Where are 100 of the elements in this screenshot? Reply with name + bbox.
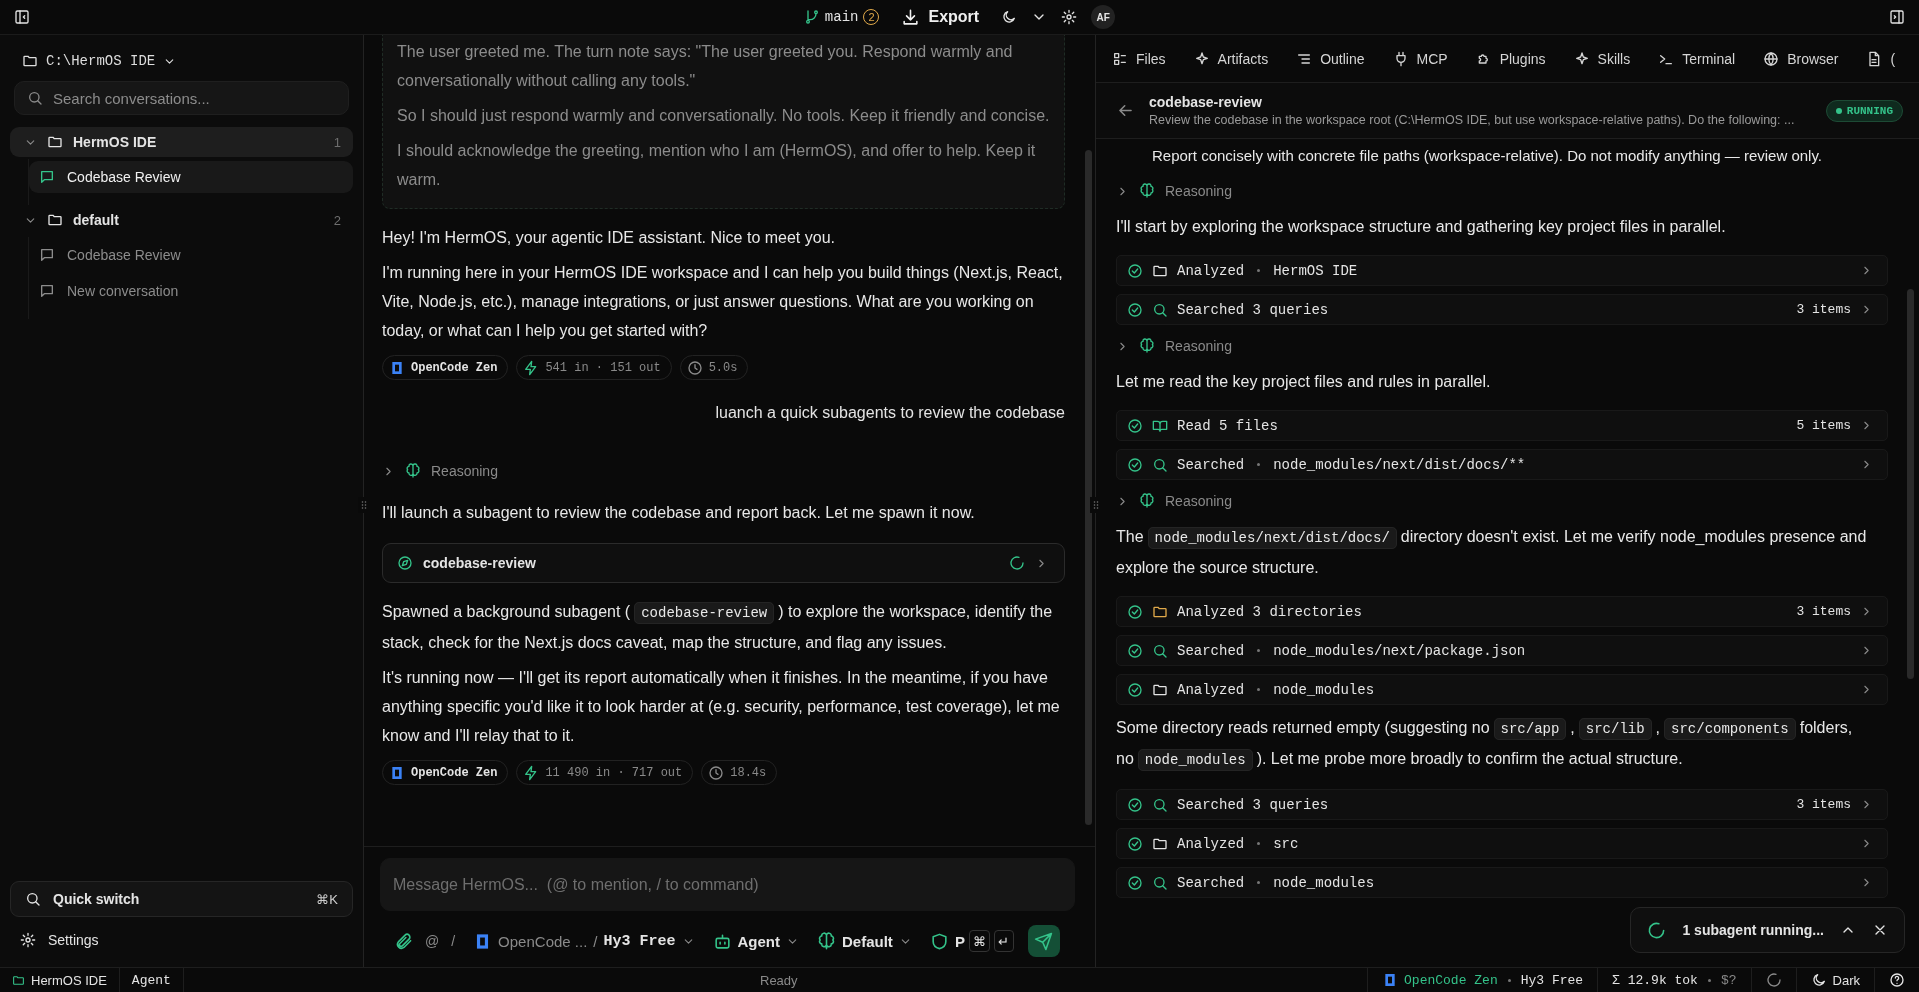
tool-call-row[interactable]: Searched 3 queries 3 items — [1116, 789, 1888, 820]
shortcut-hint: ⌘K — [316, 891, 338, 907]
message-input[interactable]: Message HermOS... (@ to mention, / to command) — [380, 858, 1075, 911]
tool-target: node_modules/next/dist/docs/** — [1273, 456, 1526, 473]
brain-icon — [1139, 338, 1155, 354]
brain-icon — [405, 463, 421, 479]
conversation-item[interactable]: Codebase Review — [29, 161, 353, 193]
panel-tab[interactable]: Files — [1112, 50, 1166, 67]
separator: / — [593, 932, 598, 950]
panel-toggle-icon[interactable] — [1889, 9, 1905, 25]
send-icon — [1034, 931, 1054, 951]
settings-button[interactable]: Settings — [10, 925, 353, 955]
status-badge: RUNNING — [1825, 99, 1903, 122]
panel-tab[interactable]: Outline — [1296, 50, 1365, 67]
message-paragraph: Let me read the key project files and rules in parallel. — [1116, 372, 1492, 392]
tool-call-row[interactable]: Searched node_modules — [1116, 867, 1888, 898]
sidebar-toggle-icon[interactable] — [14, 9, 30, 25]
panel-tab[interactable]: Browser — [1763, 50, 1839, 67]
workspace-selector[interactable]: C:\HermOS IDE — [10, 45, 189, 77]
branch-button[interactable]: main 2 — [803, 9, 880, 25]
permission-picker[interactable]: P — [929, 931, 965, 951]
provider-logo-icon — [389, 764, 405, 781]
search-icon — [1152, 796, 1168, 813]
compass-icon — [397, 555, 413, 571]
tool-call-row[interactable]: Searched node_modules/next/package.json — [1116, 635, 1888, 666]
tool-label: Analyzed 3 directories — [1177, 603, 1362, 620]
tool-target: src — [1273, 835, 1299, 852]
tool-label: Searched — [1177, 642, 1245, 659]
panel-tab[interactable]: Terminal — [1658, 50, 1736, 67]
conversation-title: New conversation — [67, 283, 179, 299]
tool-target: node_modules — [1273, 874, 1375, 891]
model-picker[interactable]: OpenCode ... / Hy3 Free — [473, 931, 695, 951]
quick-switch-label: Quick switch — [53, 891, 141, 907]
tool-target: HermOS IDE — [1273, 262, 1358, 279]
export-button[interactable]: Export — [893, 3, 988, 31]
tool-target: node_modules/next/package.json — [1273, 642, 1526, 659]
provider-name: OpenCode ... — [498, 932, 588, 950]
workspace-status[interactable]: HermOS IDE — [0, 968, 120, 992]
model-name: Hy3 Free — [603, 932, 676, 950]
search-icon — [27, 90, 43, 106]
chat-bubble-icon — [39, 169, 55, 185]
spinner-icon — [1647, 920, 1667, 940]
search-icon — [1152, 456, 1168, 473]
send-button[interactable] — [1027, 925, 1060, 957]
tool-call-row[interactable]: Analyzed HermOS IDE — [1116, 255, 1888, 286]
settings-icon[interactable] — [1061, 9, 1078, 25]
paperclip-icon[interactable] — [394, 931, 413, 951]
quick-switch-button[interactable]: Quick switch ⌘K — [10, 881, 353, 917]
item-count: 3 items — [1796, 797, 1851, 812]
tool-label: Analyzed — [1177, 262, 1245, 279]
theme-icon[interactable] — [1001, 9, 1018, 25]
profile-picker[interactable]: Default — [817, 931, 912, 951]
key-hint: ↵ — [993, 930, 1014, 952]
tool-call-row[interactable]: Analyzed src — [1116, 828, 1888, 859]
mention-button[interactable]: @ — [425, 933, 440, 949]
message-paragraph: It's running now — I'll get its report automatically when it finishes. In the meantime, if you have anything specific you'd like it to look harder at (e.g. security, performance, test coverage), let me know and I'll relay that to it. — [382, 668, 1061, 746]
panel-tab[interactable]: MCP — [1392, 50, 1448, 67]
user-avatar[interactable]: AF — [1091, 5, 1116, 29]
help-icon[interactable] — [1889, 972, 1905, 988]
conversation-title: Codebase Review — [67, 169, 181, 185]
branch-icon — [803, 9, 820, 25]
panel-tab[interactable]: Skills — [1573, 50, 1631, 67]
panel-tab[interactable]: ( — [1866, 50, 1896, 67]
toast-message: 1 subagent running... — [1682, 922, 1824, 938]
panel-tab[interactable]: Plugins — [1475, 50, 1546, 67]
mode-picker[interactable]: Agent — [712, 931, 800, 951]
message-paragraph: I'm running here in your HermOS IDE workspace and I can help you build things (Next.js, React, Vite, Node.js, etc.), manage integrations, or just answer questions. What are you working on today, or what can I help you get started with? — [382, 263, 1064, 341]
reasoning-toggle[interactable]: Reasoning — [1116, 488, 1888, 514]
conversation-item[interactable]: Codebase Review — [29, 239, 353, 271]
conversation-count: 2 — [333, 212, 341, 228]
tool-call-row[interactable]: Searched 3 queries 3 items — [1116, 294, 1888, 325]
settings-label: Settings — [48, 932, 99, 948]
mode-status: Agent — [119, 968, 184, 992]
conversation-count: 1 — [333, 134, 341, 150]
tool-call-row[interactable]: Analyzed 3 directories 3 items — [1116, 596, 1888, 627]
reasoning-toggle[interactable]: Reasoning — [1116, 178, 1888, 204]
tool-label: Searched — [1177, 874, 1245, 891]
tool-label: Analyzed — [1177, 681, 1245, 698]
folder-icon — [12, 973, 25, 987]
chat-bubble-icon — [39, 283, 55, 299]
subagent-title: codebase-review — [1149, 94, 1263, 110]
search-icon — [25, 891, 41, 907]
prompt-text: Report concisely with concrete file paths (workspace-relative). Do not modify anything — review only. — [1151, 146, 1823, 166]
tool-call-row[interactable]: Searched node_modules/next/dist/docs/** — [1116, 449, 1888, 480]
command-button[interactable]: / — [451, 933, 456, 949]
panel-tab[interactable]: Artifacts — [1193, 50, 1269, 67]
tool-call-row[interactable]: Analyzed node_modules — [1116, 674, 1888, 705]
subagent-card[interactable]: codebase-review — [382, 543, 1065, 583]
conversation-item[interactable]: New conversation — [29, 275, 353, 307]
tool-call-row[interactable]: Read 5 files 5 items — [1116, 410, 1888, 441]
theme-toggle[interactable]: Dark — [1795, 968, 1874, 992]
reasoning-toggle[interactable]: Reasoning — [382, 458, 1065, 484]
search-field[interactable]: Search conversations... — [14, 81, 349, 115]
settings-icon — [20, 932, 36, 948]
reasoning-toggle[interactable]: Reasoning — [1116, 333, 1888, 359]
folder-row[interactable]: HermOS IDE 1 — [10, 127, 353, 157]
scrollbar-thumb[interactable] — [1085, 150, 1092, 825]
scrollbar-thumb[interactable] — [1907, 289, 1914, 679]
folder-row[interactable]: default 2 — [10, 205, 353, 235]
message-paragraph: Hey! I'm HermOS, your agentic IDE assistant. Nice to meet you. — [382, 228, 836, 248]
